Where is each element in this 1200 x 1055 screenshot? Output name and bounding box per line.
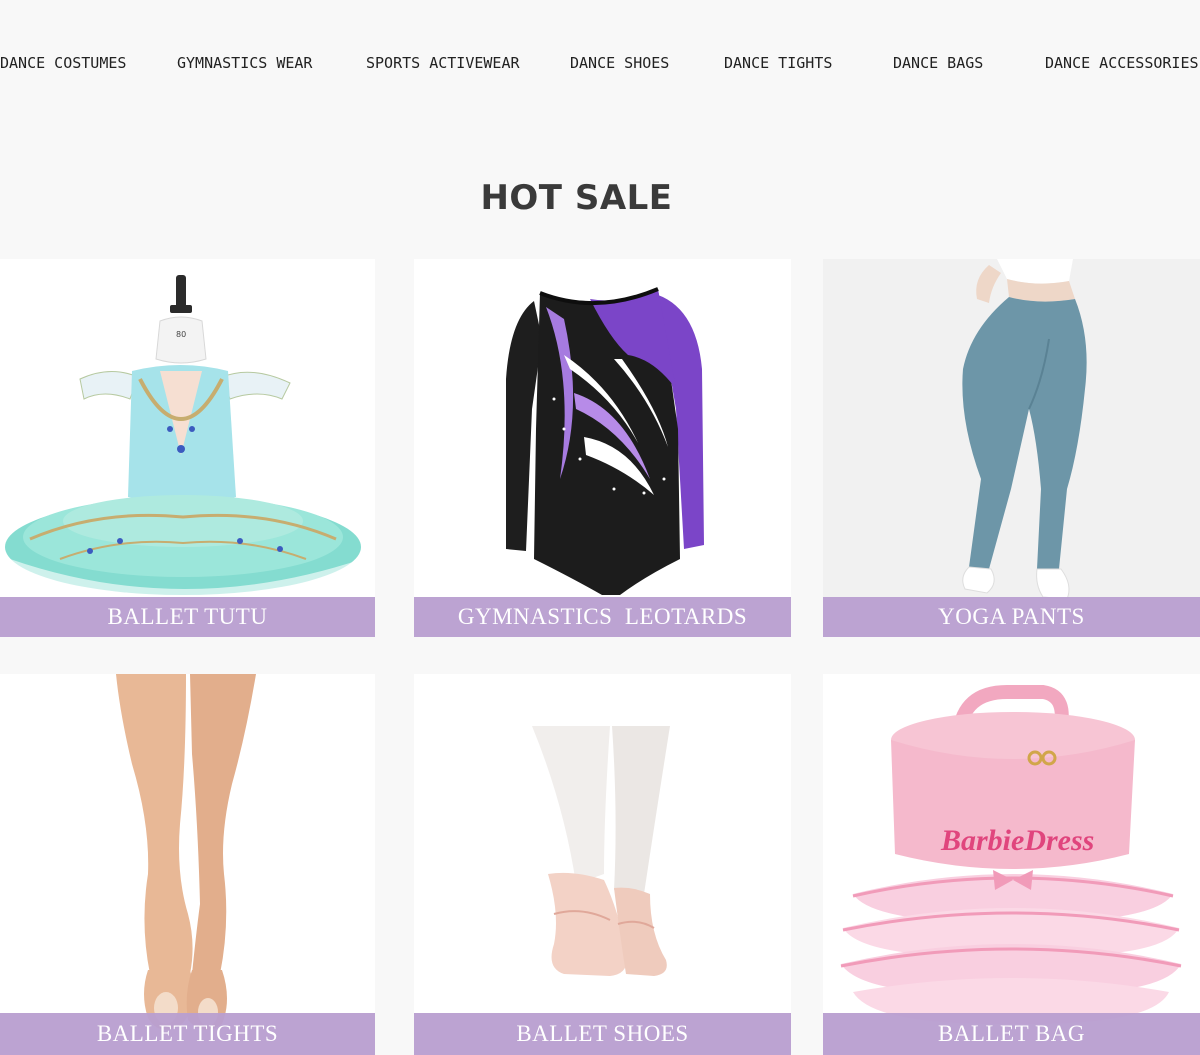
- nav-dance-shoes[interactable]: DANCE SHOES: [570, 54, 669, 72]
- product-label-bar: BALLET TUTU: [0, 597, 375, 637]
- product-card-ballet-tutu[interactable]: 80 BALLET TUTU: [0, 259, 375, 637]
- product-label: GYMNASTICS LEOTARDS: [457, 604, 748, 629]
- ballet-tights-image: [0, 674, 375, 1055]
- product-card-ballet-bag[interactable]: BarbieDress BALLET BAG: [823, 674, 1200, 1055]
- nav-dance-bags[interactable]: DANCE BAGS: [893, 54, 983, 72]
- nav-sports-activewear[interactable]: SPORTS ACTIVEWEAR: [366, 54, 520, 72]
- nav-gymnastics-wear[interactable]: GYMNASTICS WEAR: [177, 54, 312, 72]
- product-card-ballet-shoes[interactable]: BALLET SHOES: [414, 674, 791, 1055]
- hot-sale-title: HOT SALE: [480, 178, 673, 218]
- nav-dance-tights[interactable]: DANCE TIGHTS: [724, 54, 832, 72]
- product-label-bar: GYMNASTICS LEOTARDS: [414, 597, 791, 637]
- product-card-ballet-tights[interactable]: BALLET TIGHTS: [0, 674, 375, 1055]
- ballet-shoes-image: [414, 674, 791, 1055]
- product-label-bar: BALLET BAG: [823, 1013, 1200, 1055]
- bag-embroidery: BarbieDress: [940, 824, 1094, 857]
- product-label-bar: YOGA PANTS: [823, 597, 1200, 637]
- yoga-pants-image: [823, 259, 1200, 637]
- product-label: YOGA PANTS: [938, 604, 1085, 629]
- product-label: BALLET TIGHTS: [96, 1021, 279, 1046]
- nav-dance-costumes[interactable]: DANCE COSTUMES: [0, 54, 126, 72]
- ballet-bag-image: BarbieDress: [823, 674, 1200, 1055]
- product-label: BALLET BAG: [937, 1021, 1086, 1046]
- product-label: BALLET SHOES: [516, 1021, 689, 1046]
- gymnastics-leotard-image: [414, 259, 791, 637]
- product-label: BALLET TUTU: [107, 604, 268, 629]
- product-label-bar: BALLET SHOES: [414, 1013, 791, 1055]
- product-card-yoga-pants[interactable]: YOGA PANTS: [823, 259, 1200, 637]
- ballet-tutu-image: 80: [0, 259, 375, 637]
- category-nav: DANCE COSTUMES GYMNASTICS WEAR SPORTS AC…: [0, 0, 1200, 130]
- product-card-gymnastics-leotards[interactable]: GYMNASTICS LEOTARDS: [414, 259, 791, 637]
- nav-dance-accessories[interactable]: DANCE ACCESSORIES: [1045, 54, 1199, 72]
- svg-text:80: 80: [176, 330, 186, 339]
- product-label-bar: BALLET TIGHTS: [0, 1013, 375, 1055]
